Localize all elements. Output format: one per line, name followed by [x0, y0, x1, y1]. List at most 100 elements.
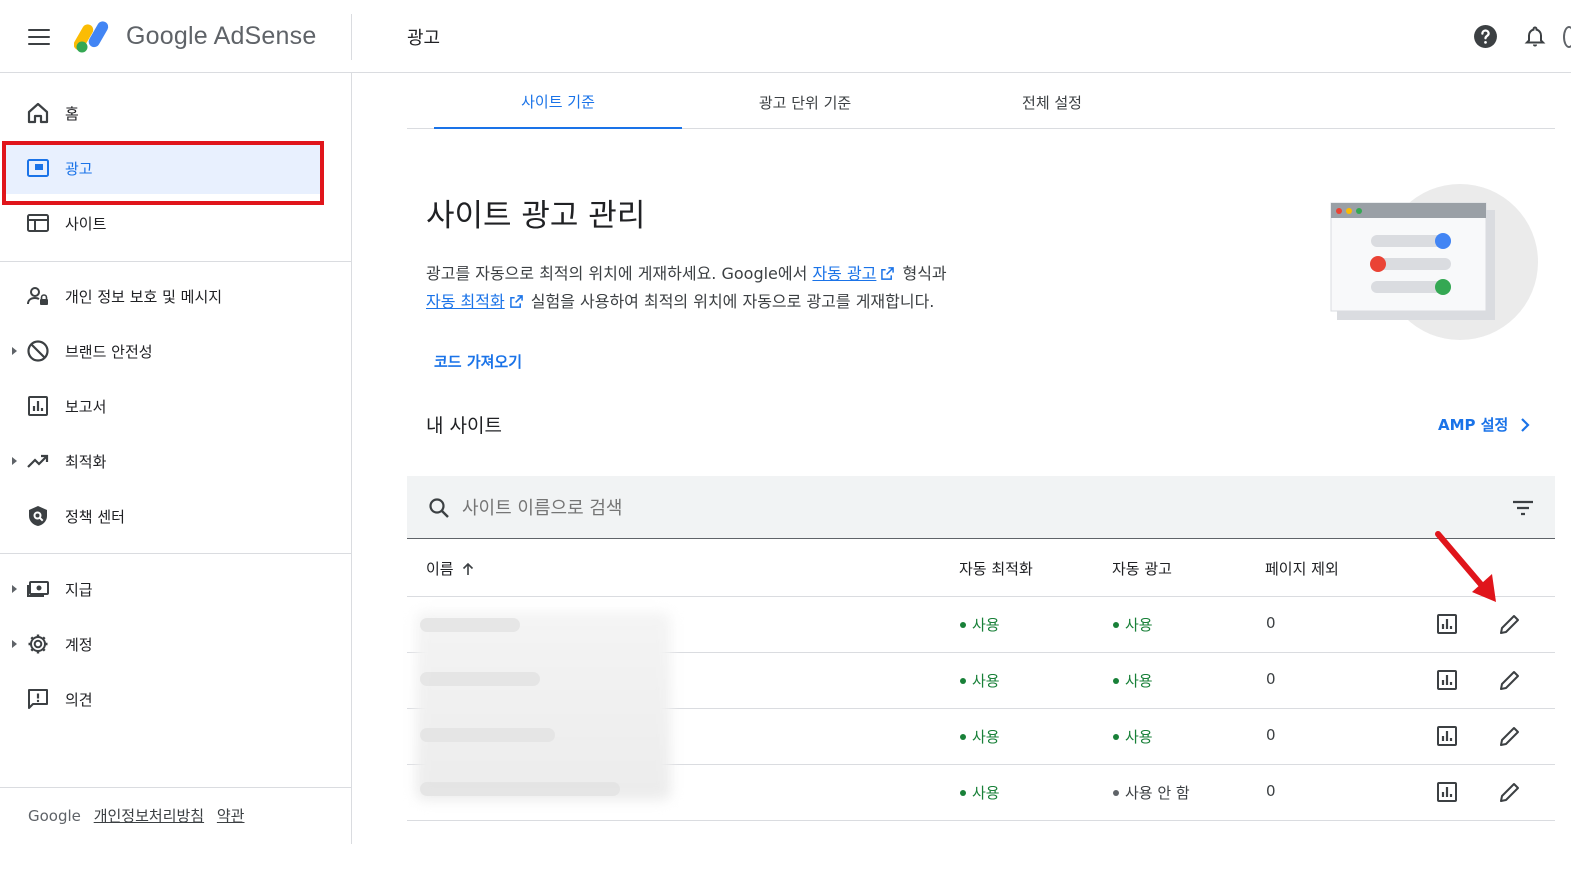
chevron-right-icon [1521, 417, 1530, 432]
amp-settings-button[interactable]: AMP 설정 [1438, 414, 1530, 435]
auto-optimize-status: 사용 [960, 726, 1000, 747]
sidebar-item-label: 의견 [65, 690, 93, 709]
page-exclusion-count: 0 [1266, 614, 1276, 632]
amp-settings-label: AMP 설정 [1438, 416, 1509, 434]
auto-optimize-status: 사용 [960, 670, 1000, 691]
sidebar-item-feedback[interactable]: 의견 [0, 673, 352, 725]
report-icon [28, 396, 48, 416]
sidebar-item-privacy[interactable]: 개인 정보 보호 및 메시지 [0, 270, 352, 322]
search-icon [429, 498, 449, 518]
sidebar-item-label: 브랜드 안전성 [65, 342, 153, 361]
my-sites-heading: 내 사이트 [426, 415, 502, 437]
page-exclusion-count: 0 [1266, 726, 1276, 744]
expand-caret-icon [12, 640, 17, 648]
table-row-partial[interactable] [407, 821, 1555, 877]
sidebar-item-optimization[interactable]: 최적화 [0, 435, 352, 487]
sort-arrow-up-icon [462, 562, 473, 575]
notifications-icon[interactable] [1523, 24, 1547, 49]
sidebar-footer: Google 개인정보처리방침 약관 [28, 805, 244, 826]
name-column-header[interactable]: 이름 [426, 558, 474, 579]
status-text: 사용 [972, 616, 1000, 634]
status-text: 사용 [1125, 616, 1153, 634]
tab-by-site[interactable]: 사이트 기준 [434, 75, 682, 129]
auto-ads-column-header[interactable]: 자동 광고 [1112, 558, 1172, 579]
report-icon[interactable] [1435, 668, 1459, 692]
auto-ads-status: 사용 [1113, 614, 1153, 635]
tab-global-settings[interactable]: 전체 설정 [928, 75, 1176, 129]
sidebar-item-reports[interactable]: 보고서 [0, 380, 352, 432]
account-avatar[interactable] [1563, 26, 1571, 48]
report-icon[interactable] [1435, 612, 1459, 636]
highlight-annotation-box [2, 141, 324, 205]
page-exclusion-count: 0 [1266, 782, 1276, 800]
sidebar-item-label: 개인 정보 보호 및 메시지 [65, 287, 223, 306]
report-icon[interactable] [1435, 780, 1459, 804]
desc-text: 형식과 [897, 264, 947, 283]
status-text: 사용 [1125, 728, 1153, 746]
sidebar-item-label: 홈 [65, 104, 79, 123]
edit-pencil-icon[interactable] [1498, 724, 1522, 748]
sidebar-item-label: 지급 [65, 580, 93, 599]
expand-caret-icon [12, 585, 17, 593]
auto-optimize-link[interactable]: 자동 최적화 [426, 292, 505, 311]
sidebar-divider [0, 553, 352, 554]
brand-name: Google AdSense [126, 22, 317, 50]
sidebar-item-label: 사이트 [65, 214, 107, 233]
sidebar-divider [0, 787, 352, 788]
sites-icon [27, 214, 49, 232]
header-divider [351, 14, 352, 60]
red-annotation-arrow [1435, 531, 1496, 602]
section-title: 사이트 광고 관리 [426, 198, 646, 234]
adsense-logo [74, 21, 109, 53]
site-search-bar [407, 476, 1555, 539]
status-text: 사용 안 함 [1125, 784, 1190, 802]
status-text: 사용 [972, 728, 1000, 746]
sidebar-item-policy-center[interactable]: 정책 센터 [0, 490, 352, 542]
sidebar-item-label: 정책 센터 [65, 507, 125, 526]
desc-text: 광고를 자동으로 최적의 위치에 게재하세요. Google에서 [426, 264, 813, 283]
page-exclusion-count: 0 [1266, 670, 1276, 688]
privacy-policy-link[interactable]: 개인정보처리방침 [94, 807, 204, 825]
auto-optimize-column-header[interactable]: 자동 최적화 [959, 558, 1033, 579]
sidebar-item-label: 계정 [65, 635, 93, 654]
terms-link[interactable]: 약관 [217, 807, 245, 825]
sidebar-item-home[interactable]: 홈 [0, 87, 352, 139]
policy-icon [29, 506, 47, 526]
tab-by-ad-unit[interactable]: 광고 단위 기준 [681, 75, 929, 129]
sidebar-divider [0, 261, 352, 262]
section-description: 광고를 자동으로 최적의 위치에 게재하세요. Google에서 자동 광고 형… [426, 260, 1046, 316]
auto-ads-status: 사용 [1113, 670, 1153, 691]
page-title: 광고 [407, 28, 441, 49]
sidebar-item-label: 보고서 [65, 397, 107, 416]
column-label: 이름 [426, 560, 454, 578]
auto-ads-link[interactable]: 자동 광고 [812, 264, 876, 283]
expand-caret-icon [12, 457, 17, 465]
filter-icon[interactable] [1511, 498, 1535, 518]
home-icon [27, 102, 49, 124]
sidebar-item-brand-safety[interactable]: 브랜드 안전성 [0, 325, 352, 377]
menu-icon[interactable] [22, 22, 56, 52]
sidebar-item-account[interactable]: 계정 [0, 618, 352, 670]
help-icon[interactable] [1473, 24, 1498, 49]
status-text: 사용 [1125, 672, 1153, 690]
trending-up-icon [27, 454, 49, 468]
privacy-icon [27, 287, 48, 305]
table-header: 이름 자동 최적화 자동 광고 페이지 제외 [407, 540, 1555, 597]
payments-icon [27, 581, 49, 597]
edit-pencil-icon[interactable] [1498, 612, 1522, 636]
report-icon[interactable] [1435, 724, 1459, 748]
page-exclusion-column-header[interactable]: 페이지 제외 [1265, 558, 1339, 579]
sidebar-item-label: 최적화 [65, 452, 107, 471]
edit-pencil-icon[interactable] [1498, 780, 1522, 804]
top-app-bar: Google AdSense 광고 [0, 0, 1571, 73]
search-input[interactable] [462, 495, 1262, 521]
get-code-button[interactable]: 코드 가져오기 [434, 351, 522, 372]
blurred-site-names-overlay [420, 618, 620, 796]
footer-brand: Google [28, 807, 81, 825]
expand-caret-icon [12, 347, 17, 355]
block-icon [27, 340, 49, 362]
sidebar-item-payments[interactable]: 지급 [0, 563, 352, 615]
status-text: 사용 [972, 784, 1000, 802]
status-text: 사용 [972, 672, 1000, 690]
edit-pencil-icon[interactable] [1498, 668, 1522, 692]
